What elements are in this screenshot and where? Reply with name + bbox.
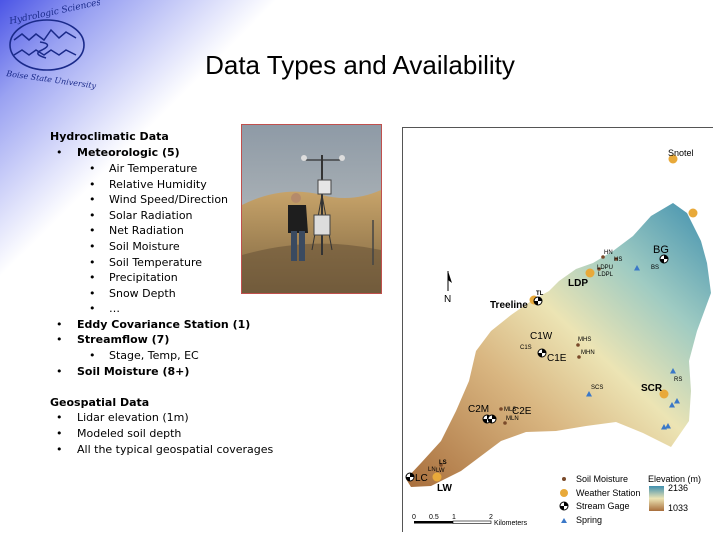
map-label-hs: HS <box>614 257 622 263</box>
map-label-bs: BS <box>651 265 659 271</box>
met-item: Snow Depth <box>109 286 176 300</box>
geospatial-item: Lidar elevation (1m) <box>77 411 189 424</box>
scale-1: 1 <box>452 514 456 521</box>
met-item: … <box>109 302 120 316</box>
watershed-map: Snotel BG BS HN HS LDPU LDPL LDP TL Treeline C1W C1… <box>402 127 713 532</box>
bullet: • <box>56 442 63 456</box>
bullet: • <box>89 193 96 207</box>
met-item: Relative Humidity <box>109 177 207 191</box>
map-label-scr: SCR <box>641 383 663 394</box>
meteorologic-item: Meteorologic (5) <box>77 146 180 159</box>
map-label-c2m: C2M <box>468 404 489 415</box>
met-item: Air Temperature <box>109 162 198 175</box>
weather-station-marker <box>585 268 595 278</box>
soil-moisture-marker <box>576 343 580 347</box>
met-item: Soil Temperature <box>109 255 203 269</box>
map-label-mhn: MHN <box>581 350 595 356</box>
bullet: • <box>89 224 96 238</box>
scale-unit: Kilometers <box>494 520 528 527</box>
scale-2: 2 <box>489 514 493 521</box>
bullet: • <box>56 146 63 159</box>
map-label-ls: LS <box>439 460 447 466</box>
map-label-ldp: LDP <box>568 278 588 289</box>
svg-text:Hydrologic Sciences: Hydrologic Sciences <box>8 0 100 27</box>
map-label-tl: TL <box>536 291 544 297</box>
map-label-bg: BG <box>653 244 669 256</box>
met-item: Solar Radiation <box>109 208 193 222</box>
hydroclimatic-heading: Hydroclimatic Data <box>50 130 169 143</box>
map-label-mhs: MHS <box>578 337 591 343</box>
bullet: • <box>89 208 96 222</box>
map-label-mls: MLS <box>504 407 516 413</box>
map-label-ldpu: LDPU <box>597 265 613 271</box>
bullet: • <box>56 411 63 424</box>
map-label-lw_small: LW <box>436 468 445 474</box>
map-label-treeline: Treeline <box>490 300 528 311</box>
met-item: Precipitation <box>109 271 178 285</box>
map-label-c1s: C1S <box>520 345 532 351</box>
bullet: • <box>56 426 63 440</box>
soil-moisture-marker <box>499 407 503 411</box>
met-item: Net Radiation <box>109 224 184 238</box>
legend-elev-max: 2136 <box>668 483 688 493</box>
north-arrow-icon <box>447 271 452 291</box>
bullet: • <box>89 286 96 300</box>
map-label-ldpl: LDPL <box>598 272 614 278</box>
map-label-hn: HN <box>604 250 613 256</box>
bullet: • <box>56 318 63 331</box>
legend-soil-moisture: Soil Moisture <box>576 474 628 484</box>
bullet: • <box>89 240 96 253</box>
geospatial-item: Modeled soil depth <box>77 426 182 440</box>
streamflow-subitem: Stage, Temp, EC <box>109 349 199 362</box>
soil-moisture-item: Soil Moisture (8+) <box>77 365 190 378</box>
met-item: Wind Speed/Direction <box>109 193 229 207</box>
geospatial-heading: Geospatial Data <box>50 396 150 409</box>
geospatial-item: All the typical geospatial coverages <box>77 442 274 456</box>
elevation-colorbar <box>649 486 664 511</box>
scale-0: 0 <box>412 514 416 521</box>
map-label-c1w: C1W <box>530 331 553 342</box>
bullet: • <box>89 177 96 191</box>
bullet: • <box>89 162 96 175</box>
map-label-mln: MLN <box>506 416 519 422</box>
map-label-c1e: C1E <box>547 353 567 364</box>
field-station-photo <box>241 124 382 294</box>
legend-weather-station: Weather Station <box>576 488 640 498</box>
bullet: • <box>89 255 96 269</box>
bullet: • <box>89 302 96 316</box>
weather-station-marker <box>688 208 698 218</box>
eddy-covariance-item: Eddy Covariance Station (1) <box>77 318 251 331</box>
map-label-snotel: Snotel <box>668 148 694 158</box>
met-item: Soil Moisture <box>109 240 180 253</box>
bullet: • <box>56 365 63 378</box>
map-label-scs: SCS <box>591 385 603 391</box>
north-label: N <box>444 294 451 305</box>
page-title: Data Types and Availability <box>205 50 515 80</box>
legend-elev-min: 1033 <box>668 503 688 513</box>
scale-05: 0.5 <box>429 514 439 521</box>
streamflow-item: Streamflow (7) <box>77 333 170 346</box>
bullet: • <box>89 349 96 362</box>
legend-spring: Spring <box>576 515 602 525</box>
map-label-lw: LW <box>437 483 453 494</box>
map-label-lc: LC <box>415 473 428 484</box>
legend-stream-gage: Stream Gage <box>576 501 630 511</box>
map-label-ln: LN <box>428 467 436 473</box>
bullet: • <box>56 333 63 346</box>
map-label-rs: RS <box>674 377 682 383</box>
bullet: • <box>89 271 96 285</box>
